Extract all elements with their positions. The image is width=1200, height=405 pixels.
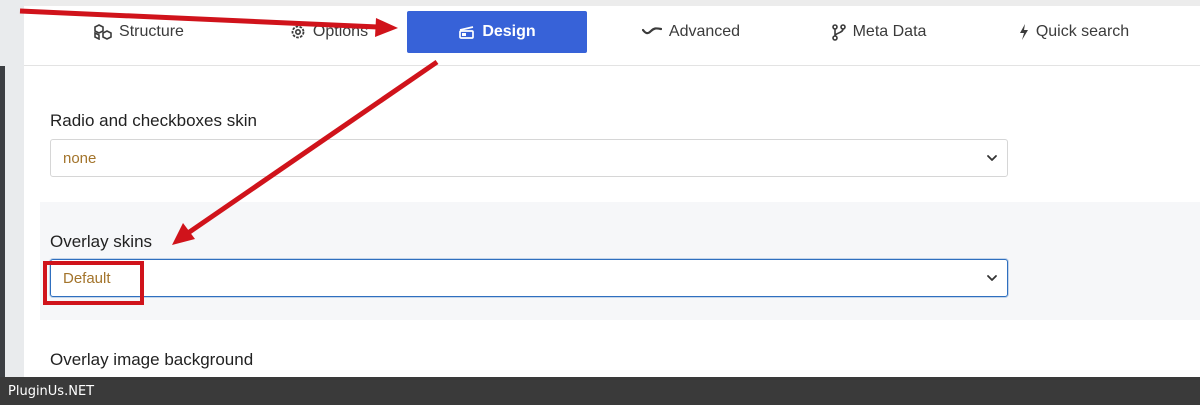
chevron-down-icon: [985, 271, 999, 289]
footer-bar: PluginUs.NET: [0, 377, 1200, 405]
overlay-skins-label: Overlay skins: [50, 232, 153, 251]
radio-skin-label: Radio and checkboxes skin: [50, 111, 257, 130]
tab-advanced[interactable]: Advanced: [631, 11, 751, 53]
overlay-skins-select[interactable]: Default: [50, 259, 1008, 297]
palette-icon: [458, 25, 475, 40]
tab-label: Quick search: [1035, 23, 1130, 40]
radio-skin-select[interactable]: none: [50, 139, 1008, 177]
bolt-icon: [1019, 24, 1029, 40]
radio-skin-value: none: [63, 149, 97, 167]
tab-label: Structure: [119, 23, 184, 40]
tab-options[interactable]: Options: [249, 11, 409, 53]
tab-design[interactable]: Design: [407, 11, 587, 53]
gear-icon: [290, 24, 306, 40]
nodes-icon: [831, 23, 846, 41]
cubes-icon: [94, 24, 112, 40]
tab-label: Options: [312, 23, 369, 40]
chevron-down-icon: [985, 151, 999, 169]
tab-structure[interactable]: Structure: [59, 11, 219, 53]
tab-label: Advanced: [668, 23, 741, 40]
footer-text: PluginUs.NET: [8, 383, 95, 399]
left-rail: [0, 0, 24, 377]
overlay-skins-value: Default: [63, 269, 111, 287]
tab-bar: Structure Options Design Advanced Meta D…: [24, 6, 1200, 66]
tab-quick-search[interactable]: Quick search: [999, 11, 1149, 53]
tab-label: Design: [482, 23, 536, 40]
tab-meta-data[interactable]: Meta Data: [819, 11, 939, 53]
tab-label: Meta Data: [852, 23, 927, 40]
overlay-background-label: Overlay image background: [50, 350, 254, 369]
wave-icon: [641, 26, 662, 38]
left-rail-strip: [0, 66, 5, 377]
